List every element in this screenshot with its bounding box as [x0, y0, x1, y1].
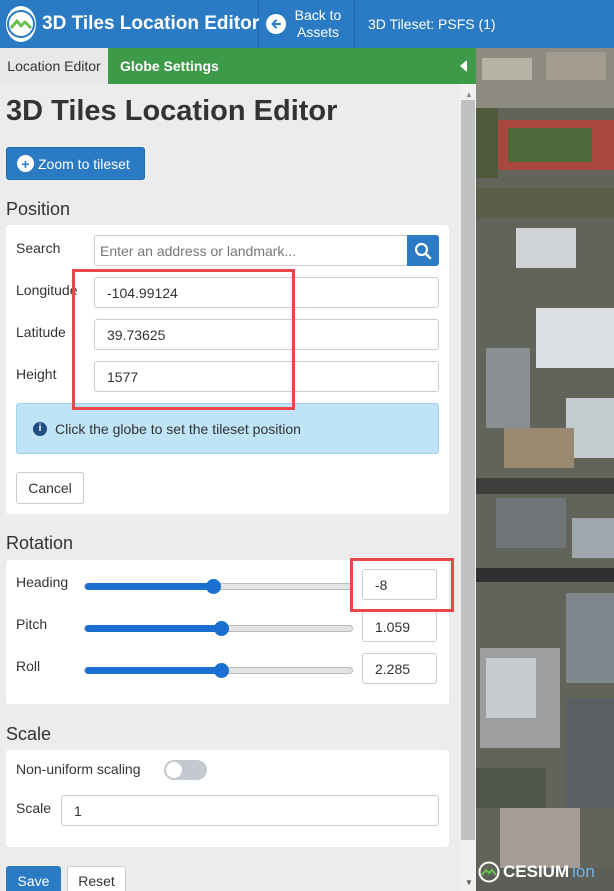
heading-slider-fill	[85, 583, 213, 590]
app-title: 3D Tiles Location Editor	[42, 13, 260, 34]
zoom-to-tileset-button[interactable]: + Zoom to tileset	[6, 147, 145, 180]
globe-map-view[interactable]	[476, 48, 614, 891]
heading-label: Heading	[16, 574, 69, 590]
arrow-left-icon	[266, 14, 286, 34]
tileset-name: 3D Tileset: PSFS (1)	[368, 16, 496, 32]
position-heading: Position	[6, 199, 71, 219]
rotation-heading: Rotation	[6, 533, 74, 553]
heading-slider-thumb[interactable]	[206, 579, 221, 594]
heading-slider[interactable]	[84, 579, 353, 594]
pitch-label: Pitch	[16, 616, 48, 632]
toggle-knob	[166, 762, 182, 778]
search-icon	[414, 242, 432, 259]
roll-slider-fill	[85, 667, 221, 674]
position-highlight-box	[72, 269, 295, 410]
cesium-ion-logo[interactable]: CESIUM ion	[478, 861, 595, 883]
zoom-to-tileset-label: Zoom to tileset	[38, 155, 130, 172]
scale-heading: Scale	[6, 724, 52, 744]
nonuniform-scaling-toggle[interactable]	[164, 760, 207, 780]
cesium-logo-ion: ion	[572, 862, 595, 881]
roll-label: Roll	[16, 658, 41, 674]
cesium-logo-icon	[6, 6, 36, 42]
search-button[interactable]	[407, 235, 439, 266]
roll-slider[interactable]	[84, 663, 353, 678]
nonuniform-scaling-label: Non-uniform scaling	[16, 761, 141, 777]
scale-input[interactable]: 1	[61, 795, 439, 826]
search-label: Search	[16, 240, 61, 256]
tab-globe-settings[interactable]: Globe Settings	[108, 48, 452, 84]
page-title: 3D Tiles Location Editor	[6, 95, 338, 127]
info-message: i Click the globe to set the tileset pos…	[16, 403, 439, 454]
back-to-assets-label: Back to Assets	[294, 7, 342, 40]
pitch-slider[interactable]	[84, 621, 353, 636]
pitch-slider-thumb[interactable]	[214, 621, 229, 636]
cesium-logo-text: CESIUM	[503, 862, 570, 881]
heading-highlight-box	[350, 558, 454, 612]
top-bar: 3D Tiles Location Editor Back to Assets …	[0, 0, 614, 48]
cancel-button[interactable]: Cancel	[16, 472, 84, 504]
pitch-slider-fill	[85, 625, 221, 632]
scrollbar-thumb[interactable]	[461, 100, 475, 840]
scroll-up-arrow-icon[interactable]: ▲	[465, 90, 473, 99]
cesium-logo-mark-icon	[478, 861, 500, 883]
tab-bar: Location Editor Globe Settings	[0, 48, 476, 84]
longitude-label: Longitude	[16, 282, 78, 298]
zoom-in-icon: +	[17, 155, 34, 172]
scale-label: Scale	[16, 800, 52, 816]
tab-location-editor[interactable]: Location Editor	[0, 48, 108, 84]
roll-slider-thumb[interactable]	[214, 663, 229, 678]
roll-input[interactable]: 2.285	[362, 653, 437, 684]
latitude-label: Latitude	[16, 324, 66, 340]
pitch-input[interactable]: 1.059	[362, 611, 437, 642]
height-label: Height	[16, 366, 57, 382]
info-icon: i	[33, 421, 47, 436]
search-input[interactable]: Enter an address or landmark...	[94, 235, 408, 266]
back-to-assets-button[interactable]: Back to Assets	[259, 0, 355, 48]
app-brand[interactable]: 3D Tiles Location Editor	[0, 0, 259, 48]
info-text: Click the globe to set the tileset posit…	[55, 420, 301, 437]
save-button[interactable]: Save	[6, 866, 61, 891]
scroll-down-arrow-icon[interactable]: ▼	[465, 878, 473, 887]
aerial-imagery[interactable]	[476, 48, 614, 891]
collapse-panel-icon[interactable]	[452, 48, 476, 84]
reset-button[interactable]: Reset	[67, 866, 126, 891]
